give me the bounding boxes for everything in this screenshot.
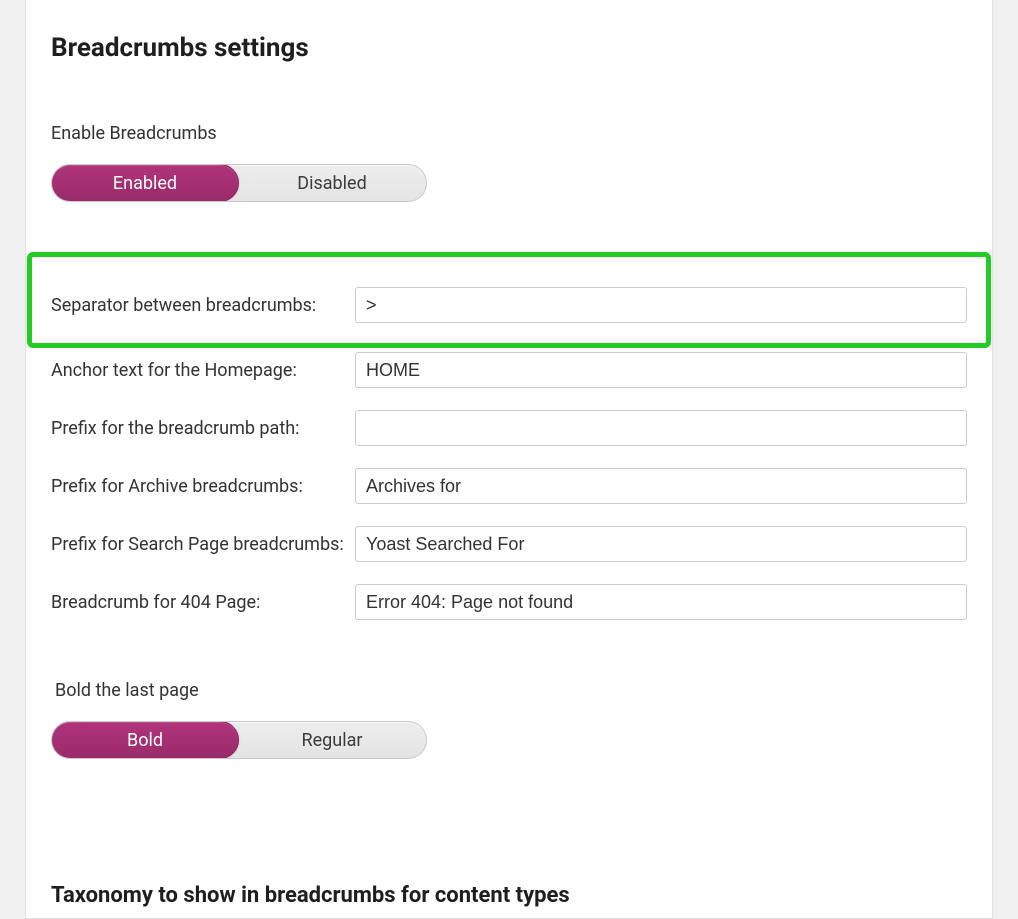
- bold-option-regular[interactable]: Regular: [238, 722, 426, 758]
- prefix-path-label: Prefix for the breadcrumb path:: [51, 410, 347, 441]
- separator-label: Separator between breadcrumbs:: [51, 287, 347, 318]
- error404-input[interactable]: [355, 584, 967, 620]
- taxonomy-section-heading: Taxonomy to show in breadcrumbs for cont…: [51, 883, 967, 908]
- separator-input[interactable]: [355, 287, 967, 323]
- prefix-path-input[interactable]: [355, 410, 967, 446]
- prefix-search-input[interactable]: [355, 526, 967, 562]
- prefix-archive-row: Prefix for Archive breadcrumbs:: [51, 468, 967, 504]
- settings-panel: Breadcrumbs settings Enable Breadcrumbs …: [25, 0, 993, 919]
- error404-label: Breadcrumb for 404 Page:: [51, 584, 347, 615]
- page-title: Breadcrumbs settings: [51, 33, 967, 63]
- homepage-row: Anchor text for the Homepage:: [51, 352, 967, 388]
- prefix-path-row: Prefix for the breadcrumb path:: [51, 410, 967, 446]
- bold-last-page-label: Bold the last page: [55, 680, 967, 701]
- bold-last-page-toggle[interactable]: Bold Regular: [51, 721, 427, 759]
- error404-row: Breadcrumb for 404 Page:: [51, 584, 967, 620]
- prefix-archive-input[interactable]: [355, 468, 967, 504]
- homepage-label: Anchor text for the Homepage:: [51, 352, 347, 383]
- separator-highlight-box: Separator between breadcrumbs:: [27, 252, 991, 348]
- bold-option-bold[interactable]: Bold: [51, 721, 239, 759]
- separator-row: Separator between breadcrumbs:: [51, 287, 967, 323]
- enable-option-enabled[interactable]: Enabled: [51, 164, 239, 202]
- enable-breadcrumbs-toggle[interactable]: Enabled Disabled: [51, 164, 427, 202]
- enable-breadcrumbs-label: Enable Breadcrumbs: [51, 123, 967, 144]
- homepage-input[interactable]: [355, 352, 967, 388]
- prefix-search-row: Prefix for Search Page breadcrumbs:: [51, 526, 967, 562]
- prefix-search-label: Prefix for Search Page breadcrumbs:: [51, 526, 347, 557]
- prefix-archive-label: Prefix for Archive breadcrumbs:: [51, 468, 347, 499]
- enable-option-disabled[interactable]: Disabled: [238, 165, 426, 201]
